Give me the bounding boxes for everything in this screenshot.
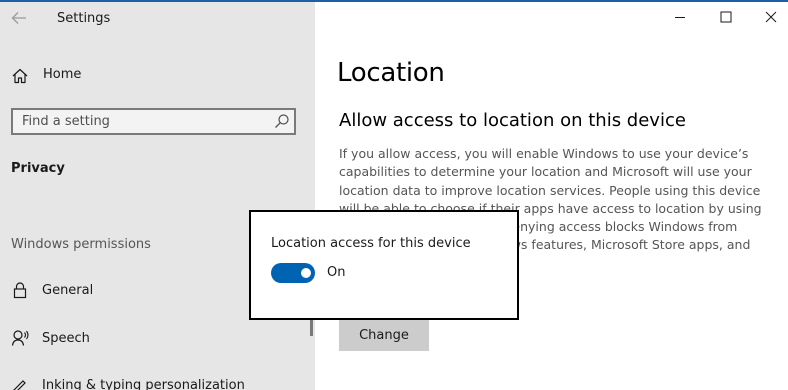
minimize-button[interactable] <box>665 4 695 30</box>
back-button[interactable] <box>8 10 30 28</box>
location-access-toggle[interactable] <box>271 263 315 283</box>
close-icon <box>765 8 777 27</box>
settings-window: Settings Home Privacy Windows permission… <box>0 0 788 390</box>
inking-icon <box>11 376 29 390</box>
section-heading: Allow access to location on this device <box>339 110 686 131</box>
maximize-icon <box>720 8 732 27</box>
app-title: Settings <box>57 11 111 26</box>
sidebar-item-label: Home <box>43 67 82 82</box>
sidebar-item-speech[interactable]: Speech <box>0 323 315 355</box>
sidebar-item-label: Inking & typing personalization <box>42 378 245 390</box>
close-button[interactable] <box>756 4 786 30</box>
page-title: Location <box>337 58 445 88</box>
lock-icon <box>11 281 29 299</box>
minimize-icon <box>674 8 686 27</box>
toggle-state-label: On <box>327 265 346 280</box>
sidebar-item-inking-typing[interactable]: Inking & typing personalization <box>0 370 315 390</box>
description-line: capabilities to determine your location … <box>339 164 752 180</box>
search-box[interactable] <box>11 108 296 135</box>
sidebar-item-label: General <box>42 283 94 298</box>
location-access-label: Location access for this device <box>271 236 471 251</box>
change-button[interactable]: Change <box>339 320 429 351</box>
home-icon <box>11 67 29 85</box>
search-input[interactable] <box>13 110 263 133</box>
toggle-knob <box>301 268 311 278</box>
maximize-button[interactable] <box>711 4 741 30</box>
location-access-popup: Location access for this device On <box>249 210 519 320</box>
search-icon[interactable] <box>274 113 290 129</box>
description-line: location data to improve location servic… <box>339 182 761 198</box>
description-line: If you allow access, you will enable Win… <box>339 146 749 161</box>
back-arrow-icon <box>11 10 27 29</box>
section-title: Privacy <box>11 161 65 176</box>
sidebar-item-label: Speech <box>42 331 90 346</box>
speech-icon <box>11 329 29 347</box>
sidebar-item-home[interactable]: Home <box>0 62 315 90</box>
group-label: Windows permissions <box>11 237 151 252</box>
sidebar-scrollbar[interactable] <box>310 320 313 336</box>
sidebar: Settings Home Privacy Windows permission… <box>0 2 315 390</box>
